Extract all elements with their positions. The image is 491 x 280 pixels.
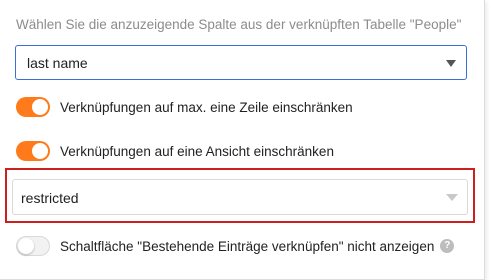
limit-to-view-row: Verknüpfungen auf eine Ansicht einschrän… [16,141,334,161]
limit-single-row-row: Verknüpfungen auf max. eine Zeile einsch… [16,97,353,117]
toggle-knob [18,238,34,254]
display-column-value: last name [27,55,88,71]
chevron-down-icon [446,194,458,201]
limit-to-view-label: Verknüpfungen auf eine Ansicht einschrän… [60,143,334,159]
limit-single-row-label: Verknüpfungen auf max. eine Zeile einsch… [60,99,353,115]
toggle-knob [32,143,48,159]
limit-single-row-toggle[interactable] [16,97,50,117]
help-icon[interactable]: ? [440,239,455,253]
link-column-settings-panel: Wählen Sie die anzuzeigende Spalte aus d… [0,0,485,280]
display-column-select[interactable]: last name [15,45,467,80]
view-select[interactable]: restricted [12,179,468,215]
toggle-knob [32,99,48,115]
column-select-hint: Wählen Sie die anzuzeigende Spalte aus d… [16,17,462,32]
hide-link-existing-label: Schaltfläche "Bestehende Einträge verknü… [60,238,435,254]
hide-link-existing-row: Schaltfläche "Bestehende Einträge verknü… [16,236,455,256]
limit-to-view-toggle[interactable] [16,141,50,161]
hide-link-existing-toggle[interactable] [16,236,50,256]
view-select-value: restricted [21,190,79,206]
chevron-down-icon [446,60,456,67]
